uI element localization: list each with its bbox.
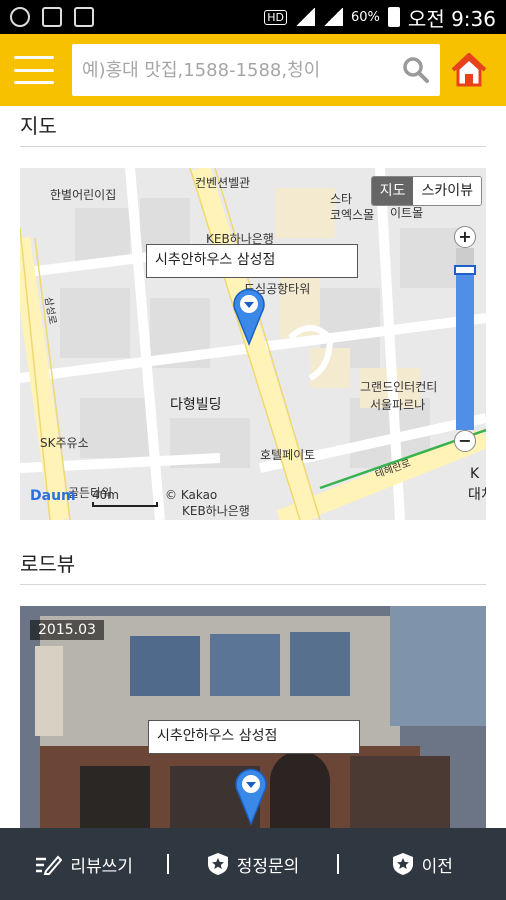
- image-notification-icon: [42, 7, 62, 27]
- status-bar: HD 60% 오전 9:36: [0, 0, 506, 34]
- battery-percent: 60%: [351, 9, 380, 25]
- pencil-icon: [36, 855, 63, 875]
- zoom-control: + −: [454, 226, 476, 452]
- signal-icon: [323, 8, 344, 26]
- divider: [20, 146, 486, 147]
- previous-button[interactable]: 이전: [339, 852, 506, 877]
- map-view[interactable]: 한별어린이집 컨벤션벨관 스타 코엑스몰 이트몰 KEB하나은행 도심공항타워 …: [20, 168, 486, 520]
- roadview-section-title: 로드뷰: [20, 552, 76, 576]
- map-label: SK주유소: [40, 436, 89, 450]
- shield-star-icon: [392, 853, 413, 875]
- shield-star-icon: [207, 853, 228, 875]
- map-label: 컨벤션벨관: [195, 176, 251, 190]
- map-label: 호텔페이토: [260, 448, 316, 462]
- write-review-button[interactable]: 리뷰쓰기: [0, 852, 167, 877]
- write-review-label: 리뷰쓰기: [70, 856, 133, 877]
- map-label: KEB하나은행: [182, 504, 250, 518]
- search-icon: [403, 57, 429, 83]
- correction-request-button[interactable]: 정정문의: [169, 852, 336, 877]
- map-scale: 40m: [92, 488, 158, 507]
- zoom-out-button[interactable]: −: [454, 430, 476, 452]
- divider: [20, 584, 486, 585]
- daum-logo: Daum: [30, 488, 76, 504]
- zoom-level-fill: [456, 269, 474, 430]
- bottom-action-bar: 리뷰쓰기 정정문의 이전: [0, 828, 506, 900]
- roadview-place-callout[interactable]: 시추안하우스 삼성점: [148, 720, 360, 754]
- zoom-in-button[interactable]: +: [454, 226, 476, 248]
- clock: 오전 9:36: [407, 6, 496, 31]
- place-detail-content[interactable]: 지도 한별어린이집 컨벤션벨관 스타 코엑스몰 이트몰 KEB하나은행 도심공항…: [0, 106, 506, 828]
- home-icon: [451, 53, 487, 87]
- zoom-slider-handle[interactable]: [454, 264, 476, 275]
- location-pin-icon[interactable]: [232, 286, 266, 346]
- map-label: K: [470, 466, 480, 482]
- previous-label: 이전: [421, 856, 453, 877]
- menu-icon: [14, 56, 54, 59]
- map-section-title: 지도: [20, 114, 57, 138]
- roadview-image[interactable]: 2015.03 시추안하우스 삼성점: [20, 606, 486, 828]
- roadview-location-pin-icon[interactable]: [234, 766, 268, 826]
- map-toggle-button[interactable]: 지도: [371, 177, 414, 205]
- place-callout[interactable]: 시추안하우스 삼성점: [146, 244, 358, 278]
- hd-indicator: HD: [264, 9, 288, 25]
- map-label: 이트몰: [390, 206, 424, 220]
- map-label: 다형빌딩: [170, 397, 222, 413]
- map-label: 그랜드인터컨티: [360, 380, 438, 394]
- app-header: [0, 34, 506, 106]
- correction-request-label: 정정문의: [236, 856, 300, 877]
- battery-icon: [387, 7, 400, 27]
- roadview-date-badge: 2015.03: [30, 620, 104, 640]
- map-label: 서울파르나: [370, 398, 426, 412]
- map-type-toggle: 지도 스카이뷰: [370, 176, 482, 206]
- map-label: 대치: [468, 487, 486, 503]
- map-label: 한별어린이집: [50, 188, 117, 202]
- map-copyright: © Kakao: [165, 488, 218, 502]
- wifi-icon: [295, 8, 316, 26]
- app-notification-icon: [10, 7, 30, 27]
- search-bar: [72, 44, 440, 96]
- home-button[interactable]: [446, 47, 492, 93]
- skyview-toggle-button[interactable]: 스카이뷰: [413, 177, 481, 205]
- map-label: 코엑스몰: [330, 208, 375, 222]
- menu-button[interactable]: [10, 50, 58, 90]
- keyboard-notification-icon: [74, 7, 94, 27]
- search-button[interactable]: [392, 46, 440, 94]
- map-label: 스타: [330, 192, 353, 206]
- search-input[interactable]: [82, 59, 392, 81]
